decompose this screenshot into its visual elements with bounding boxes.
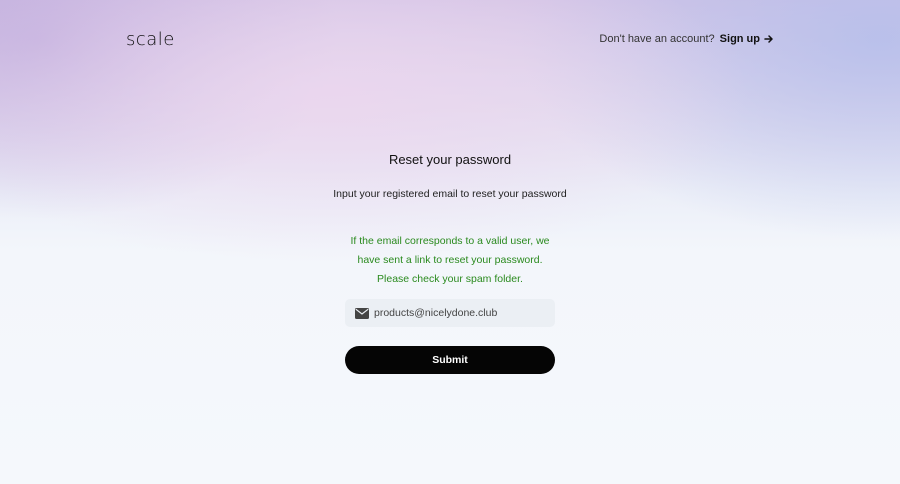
reset-password-form: Reset your password Input your registere…	[0, 150, 900, 374]
signup-area: Don't have an account? Sign up	[599, 33, 774, 45]
page-title: Reset your password	[388, 152, 512, 167]
page-subtitle: Input your registered email to reset you…	[333, 188, 567, 200]
arrow-right-icon	[764, 35, 773, 43]
header: scale Don't have an account? Sign up	[126, 26, 774, 52]
email-field[interactable]	[345, 299, 555, 327]
success-message-line: have sent a link to reset your password.	[357, 254, 543, 266]
envelope-icon	[355, 307, 369, 319]
signup-prompt: Don't have an account?	[599, 33, 715, 45]
submit-button[interactable]: Submit	[345, 346, 555, 374]
signup-link[interactable]: Sign up	[720, 33, 774, 45]
signup-link-label: Sign up	[719, 33, 760, 45]
email-input[interactable]	[374, 307, 544, 319]
success-message: If the email corresponds to a valid user…	[320, 232, 580, 289]
success-message-line: If the email corresponds to a valid user…	[350, 235, 550, 247]
logo[interactable]: scale	[126, 29, 175, 50]
success-message-line: Please check your spam folder.	[377, 273, 523, 285]
